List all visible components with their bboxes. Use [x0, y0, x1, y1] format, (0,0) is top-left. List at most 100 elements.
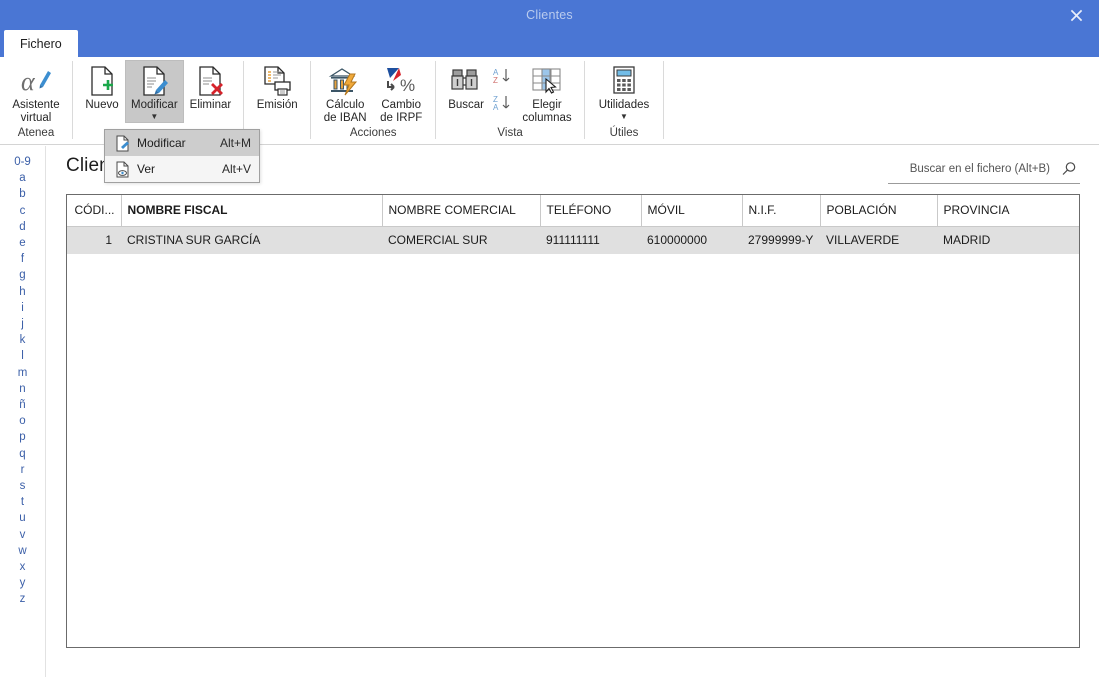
cell-nombre_fiscal: CRISTINA SUR GARCÍA: [121, 226, 382, 254]
alphabet-index-item[interactable]: j: [0, 316, 45, 332]
alpha-pen-icon: α: [19, 64, 53, 98]
alphabet-index-item[interactable]: o: [0, 413, 45, 429]
eliminar-label: Eliminar: [189, 99, 232, 111]
alphabet-index-item[interactable]: t: [0, 494, 45, 510]
asistente-virtual-button[interactable]: α Asistente virtual: [6, 60, 66, 127]
alphabet-index-item[interactable]: p: [0, 429, 45, 445]
ribbon-group-label-utiles: Útiles: [609, 127, 639, 139]
nuevo-button[interactable]: Nuevo: [79, 60, 125, 115]
ribbon-group-acciones: Cálculo de IBAN % Cambio de IRPF Accione…: [311, 57, 435, 145]
nuevo-label: Nuevo: [85, 99, 119, 111]
column-header-provincia[interactable]: PROVINCIA: [937, 195, 1079, 227]
modificar-dropdown-menu: Modificar Alt+M Ver Alt+V: [104, 129, 260, 183]
emision-label: Emisión: [256, 99, 298, 111]
cell-provincia: MADRID: [937, 226, 1079, 254]
sort-az-icon[interactable]: A Z: [493, 67, 513, 89]
svg-text:Z: Z: [493, 76, 498, 84]
alphabet-index-item[interactable]: x: [0, 559, 45, 575]
modificar-button[interactable]: Modificar ▼: [125, 60, 184, 123]
svg-text:A: A: [493, 103, 499, 111]
elegir-columnas-button[interactable]: Elegir columnas: [516, 60, 578, 127]
alphabet-index-item[interactable]: h: [0, 284, 45, 300]
ribbon-group-label-vista: Vista: [497, 127, 523, 139]
alphabet-index-item[interactable]: u: [0, 510, 45, 526]
alphabet-index-item[interactable]: z: [0, 591, 45, 607]
ribbon-group-atenea: α Asistente virtual Atenea: [0, 57, 72, 145]
alphabet-index-item[interactable]: e: [0, 235, 45, 251]
title-bar: Clientes: [0, 0, 1099, 30]
percent-tax-icon: %: [382, 64, 420, 98]
alphabet-index-item[interactable]: a: [0, 170, 45, 186]
search-icon[interactable]: [1058, 161, 1080, 180]
modificar-label: Modificar: [131, 99, 178, 111]
emision-button[interactable]: Emisión: [250, 60, 304, 115]
utilidades-button[interactable]: Utilidades ▼: [591, 60, 657, 123]
alphabet-index-item[interactable]: g: [0, 267, 45, 283]
calculo-de-iban-button[interactable]: Cálculo de IBAN: [317, 60, 373, 127]
column-header-telefono[interactable]: TELÉFONO: [540, 195, 642, 227]
alphabet-index-item[interactable]: m: [0, 365, 45, 381]
cell-nif: 27999999-Y: [742, 226, 820, 254]
chevron-down-icon[interactable]: ▼: [150, 112, 158, 120]
menu-item-modificar[interactable]: Modificar Alt+M: [105, 130, 259, 156]
ribbon-group-label-acciones: Acciones: [349, 127, 397, 139]
column-header-movil[interactable]: MÓVIL: [641, 195, 743, 227]
chevron-down-icon[interactable]: ▼: [620, 112, 628, 120]
alphabet-index-item[interactable]: w: [0, 543, 45, 559]
alphabet-index-item[interactable]: c: [0, 203, 45, 219]
cell-nombre_comercial: COMERCIAL SUR: [382, 226, 540, 254]
alphabet-index-item[interactable]: q: [0, 446, 45, 462]
alphabet-index-item[interactable]: r: [0, 462, 45, 478]
elegir-columnas-label: Elegir columnas: [522, 99, 572, 124]
alphabet-index-item[interactable]: s: [0, 478, 45, 494]
eliminar-button[interactable]: Eliminar: [184, 60, 238, 115]
alphabet-index-item[interactable]: d: [0, 219, 45, 235]
cambio-de-irpf-label: Cambio de IRPF: [380, 99, 423, 124]
calculo-de-iban-label: Cálculo de IBAN: [323, 99, 367, 124]
alphabet-index: 0-9 a b c d e f g h i j k l m n ñ o p q r s t u v w x y z: [0, 146, 45, 677]
alphabet-index-item[interactable]: i: [0, 300, 45, 316]
menu-item-ver-shortcut: Alt+V: [221, 162, 251, 176]
column-header-nombre_comercial[interactable]: NOMBRE COMERCIAL: [382, 195, 541, 227]
alphabet-index-item[interactable]: 0-9: [0, 154, 45, 170]
menu-item-ver[interactable]: Ver Alt+V: [105, 156, 259, 182]
alphabet-index-item[interactable]: n: [0, 381, 45, 397]
menu-item-modificar-label: Modificar: [137, 136, 186, 150]
column-header-nombre_fiscal[interactable]: NOMBRE FISCAL: [121, 195, 383, 227]
ribbon-group-label-atenea: Atenea: [17, 127, 55, 139]
table-row[interactable]: 1 CRISTINA SUR GARCÍA COMERCIAL SUR 9111111…: [67, 226, 1079, 254]
alphabet-index-item[interactable]: k: [0, 332, 45, 348]
svg-text:α: α: [21, 67, 36, 96]
alphabet-index-item[interactable]: l: [0, 348, 45, 364]
alphabet-index-item[interactable]: y: [0, 575, 45, 591]
sort-buttons: A Z Z A: [490, 60, 516, 122]
view-document-icon: [111, 161, 133, 178]
search-input[interactable]: Buscar en el fichero (Alt+B): [888, 158, 1080, 184]
column-header-codigo[interactable]: CÓDI...: [67, 195, 122, 227]
ribbon-group-utiles: Utilidades ▼ Útiles: [585, 57, 663, 145]
search-placeholder: Buscar en el fichero (Alt+B): [909, 163, 1050, 175]
sort-za-icon[interactable]: Z A: [493, 94, 513, 116]
utilidades-label: Utilidades: [598, 99, 650, 111]
application-window: Clientes Fichero α Asistente virtual Ate…: [0, 0, 1099, 677]
columns-grid-icon: [529, 64, 565, 98]
column-header-poblacion[interactable]: POBLACIÓN: [820, 195, 938, 227]
tab-strip: Fichero: [0, 30, 1099, 57]
buscar-button[interactable]: Buscar: [442, 60, 490, 115]
new-document-icon: [87, 64, 117, 98]
alphabet-index-item[interactable]: b: [0, 186, 45, 202]
bank-bolt-icon: [328, 64, 362, 98]
alphabet-index-item[interactable]: f: [0, 251, 45, 267]
alphabet-index-item[interactable]: v: [0, 527, 45, 543]
svg-text:%: %: [400, 76, 415, 95]
buscar-label: Buscar: [448, 99, 484, 111]
tab-fichero[interactable]: Fichero: [4, 30, 78, 57]
cambio-de-irpf-button[interactable]: % Cambio de IRPF: [373, 60, 429, 127]
print-document-icon: [261, 64, 293, 98]
table-header-row: CÓDI... NOMBRE FISCAL NOMBRE COMERCIAL TELÉ…: [67, 195, 1079, 227]
close-icon[interactable]: [1053, 0, 1099, 30]
alphabet-index-item[interactable]: ñ: [0, 397, 45, 413]
group-divider: [663, 61, 664, 139]
column-header-nif[interactable]: N.I.F.: [742, 195, 821, 227]
menu-item-ver-label: Ver: [137, 162, 156, 176]
